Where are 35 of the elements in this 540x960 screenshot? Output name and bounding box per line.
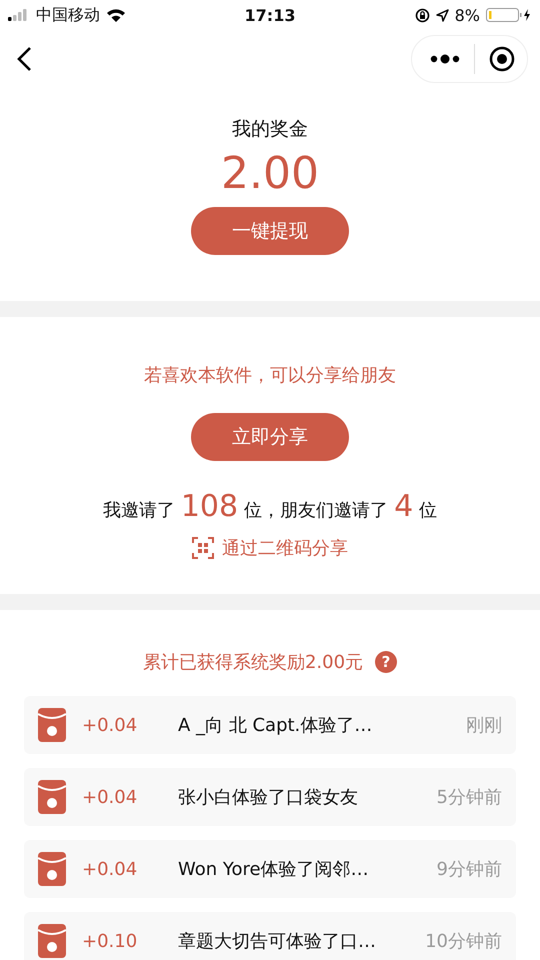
reward-text: 张小白体验了口袋女友 bbox=[178, 786, 359, 809]
rotation-lock-icon bbox=[414, 8, 430, 22]
share-button[interactable]: 立即分享 bbox=[191, 413, 349, 461]
reward-time: 9分钟前 bbox=[436, 858, 502, 881]
qr-share-link[interactable]: 通过二维码分享 bbox=[192, 536, 348, 560]
close-target-icon[interactable] bbox=[489, 46, 515, 72]
reward-amount: +0.10 bbox=[82, 930, 138, 952]
invite-summary: 我邀请了 108 位，朋友们邀请了 4 位 bbox=[102, 489, 438, 524]
reward-amount: +0.04 bbox=[82, 786, 138, 808]
back-icon[interactable] bbox=[16, 46, 32, 72]
bonus-amount: 2.00 bbox=[221, 148, 319, 199]
envelope-icon bbox=[38, 852, 66, 886]
location-icon bbox=[436, 8, 449, 22]
bonus-title: 我的奖金 bbox=[232, 117, 308, 142]
reward-text: A _向 北 Capt.体验了… bbox=[178, 714, 374, 737]
reward-time: 刚刚 bbox=[466, 714, 502, 737]
reward-text: Won Yore体验了阅邻… bbox=[178, 858, 370, 881]
envelope-icon bbox=[38, 708, 66, 742]
battery-charging-icon bbox=[486, 8, 532, 22]
reward-text: 章题大切告可体验了口… bbox=[178, 930, 377, 953]
share-prompt: 若喜欢本软件，可以分享给朋友 bbox=[144, 364, 396, 387]
rewards-heading: 累计已获得系统奖励2.00元 bbox=[142, 651, 364, 674]
withdraw-button[interactable]: 一键提现 bbox=[191, 207, 349, 255]
carrier-name: 中国移动 bbox=[36, 4, 100, 26]
battery-percent: 8% bbox=[454, 6, 480, 24]
more-icon[interactable] bbox=[430, 54, 460, 64]
help-icon[interactable]: ? bbox=[375, 651, 398, 673]
reward-amount: +0.04 bbox=[82, 858, 138, 880]
reward-time: 10分钟前 bbox=[425, 930, 502, 953]
envelope-icon bbox=[38, 780, 66, 814]
qr-code-icon bbox=[192, 537, 214, 559]
wifi-icon bbox=[106, 8, 126, 22]
reward-time: 5分钟前 bbox=[436, 786, 502, 809]
reward-amount: +0.04 bbox=[82, 714, 138, 736]
status-time: 17:13 bbox=[244, 6, 296, 24]
